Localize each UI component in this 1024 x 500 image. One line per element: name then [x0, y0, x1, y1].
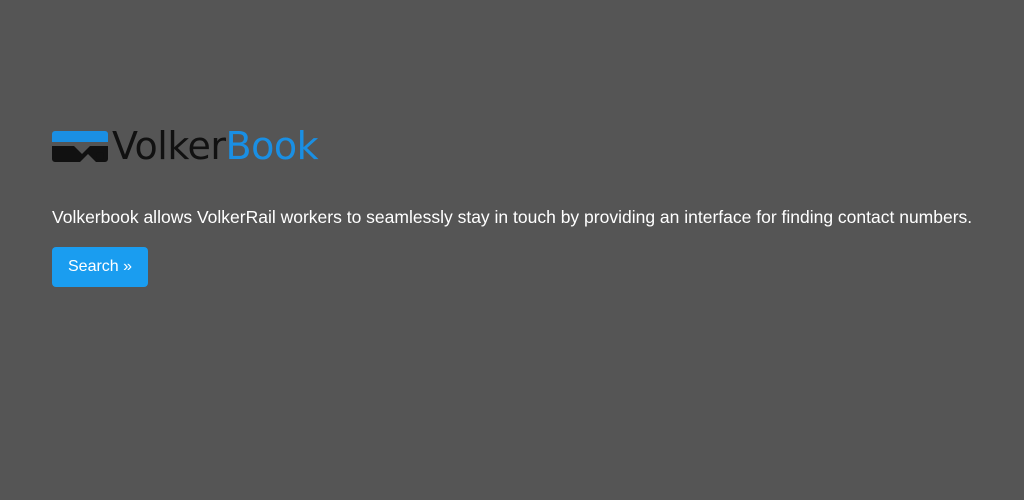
logo-text-book: Book — [225, 124, 319, 168]
logo: VolkerBook — [52, 126, 992, 166]
logo-text-volker: Volker — [112, 124, 226, 168]
volkerbook-logo-icon — [52, 131, 108, 162]
page: VolkerBook Volkerbook allows VolkerRail … — [0, 0, 1024, 500]
hero-description: Volkerbook allows VolkerRail workers to … — [52, 207, 973, 227]
search-button[interactable]: Search » — [52, 247, 149, 287]
hero-section: VolkerBook Volkerbook allows VolkerRail … — [52, 126, 992, 287]
logo-wordmark: VolkerBook — [112, 124, 319, 168]
